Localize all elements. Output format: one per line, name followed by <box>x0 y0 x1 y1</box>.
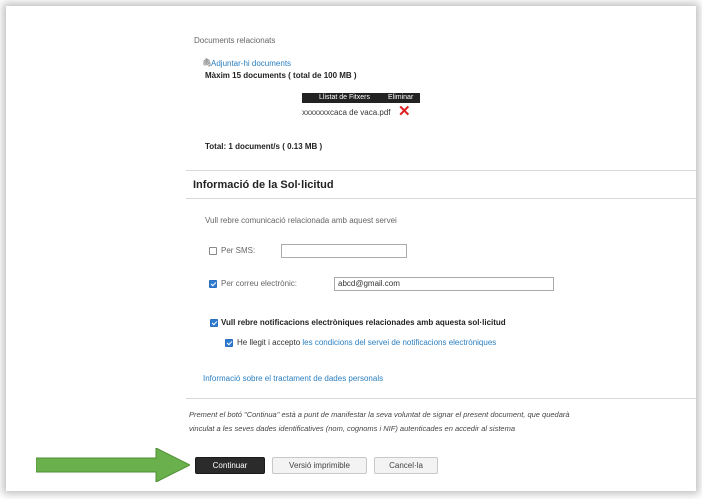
communication-prompt: Vull rebre comunicació relacionada amb a… <box>205 216 397 225</box>
arrow-pointer-icon <box>36 448 190 482</box>
privacy-info-link[interactable]: Informació sobre el tractament de dades … <box>203 374 383 383</box>
attach-document-link[interactable]: Adjuntar-hi documents <box>211 59 291 68</box>
section-title-divider <box>186 198 696 199</box>
section-divider <box>186 170 696 171</box>
email-checkbox[interactable] <box>209 280 217 288</box>
conditions-link[interactable]: les condicions del servei de notificacio… <box>302 338 496 347</box>
accept-conditions-label: He llegit i accepto les condicions del s… <box>237 338 496 347</box>
sms-checkbox[interactable] <box>209 247 217 255</box>
sms-label: Per SMS: <box>221 246 256 255</box>
accept-conditions-checkbox[interactable] <box>225 339 233 347</box>
cancel-button[interactable]: Cancel·la <box>374 457 438 474</box>
email-label: Per correu electrònic: <box>221 279 298 288</box>
delete-column-header: Eliminar <box>388 94 414 101</box>
form-window: Documents relacionats 🖇 Adjuntar-hi docu… <box>6 6 696 491</box>
documents-header: Documents relacionats <box>194 36 276 45</box>
signature-notice-line1: Prement el botó "Continua" està a punt d… <box>189 410 570 419</box>
documents-total: Total: 1 document/s ( 0.13 MB ) <box>205 142 323 151</box>
section-title: Informació de la Sol·licitud <box>193 179 334 191</box>
sms-input[interactable] <box>281 244 407 258</box>
signature-notice-line2: vinculat a les seves dades identificativ… <box>189 424 515 433</box>
printable-version-button[interactable]: Versió imprimible <box>272 457 367 474</box>
notifications-checkbox[interactable] <box>210 319 218 327</box>
delete-file-icon[interactable]: ✕ <box>398 102 411 120</box>
accept-prefix: He llegit i accepto <box>237 338 301 347</box>
footer-divider <box>186 398 696 399</box>
email-input[interactable]: abcd@gmail.com <box>334 277 554 291</box>
file-name[interactable]: xxxxxxxcaca de vaca.pdf <box>302 108 390 117</box>
max-documents-info: Màxim 15 documents ( total de 100 MB ) <box>205 71 357 80</box>
continue-button[interactable]: Continuar <box>195 457 265 474</box>
notifications-label: Vull rebre notificacions electròniques r… <box>221 318 506 327</box>
files-column-header: Llistat de Fitxers <box>319 94 370 101</box>
